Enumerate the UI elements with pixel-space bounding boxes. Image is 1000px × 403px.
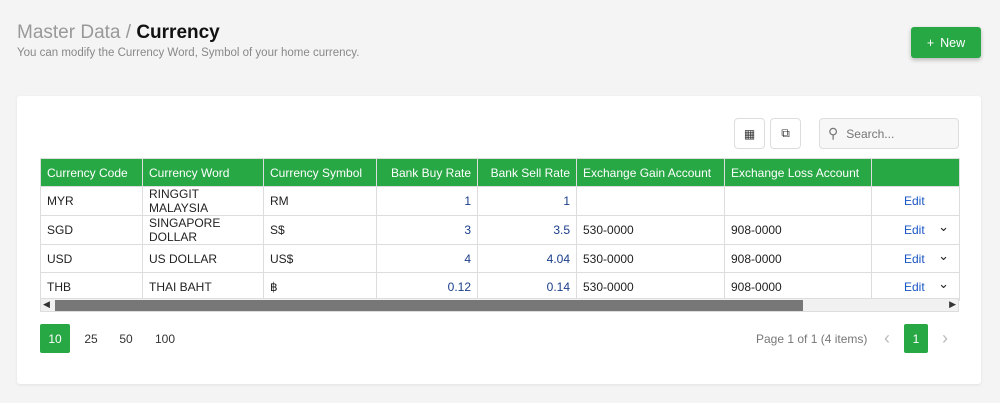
column-chooser-button[interactable]: ⧉	[770, 118, 801, 149]
chevron-down-icon[interactable]: ⌄	[938, 276, 949, 292]
xlsx-icon: ▦	[743, 126, 756, 141]
cell-word: THAI BAHT	[142, 272, 264, 301]
cell-word: SINGAPORE DOLLAR	[142, 215, 264, 245]
breadcrumb-current: Currency	[136, 22, 220, 43]
actions-cell: Edit ⌄	[871, 244, 960, 273]
edit-link[interactable]: Edit	[904, 223, 925, 237]
edit-link[interactable]: Edit	[904, 280, 925, 294]
cell-code: THB	[40, 272, 143, 301]
cell-symbol: ฿	[263, 272, 377, 301]
scroll-right-icon[interactable]: ▶	[949, 299, 956, 310]
cell-loss: 908-0000	[724, 272, 872, 301]
cell-loss: 908-0000	[724, 244, 872, 273]
column-header[interactable]: Currency Code	[40, 158, 143, 187]
column-header[interactable]: Currency Word	[142, 158, 264, 187]
cell-code: MYR	[40, 186, 143, 216]
cell-buy: 3	[376, 215, 478, 245]
column-header[interactable]: Exchange Loss Account	[724, 158, 872, 187]
actions-cell: Edit	[871, 186, 960, 216]
column-header[interactable]	[871, 158, 960, 187]
prev-page-button[interactable]: ‹	[872, 324, 902, 353]
plus-icon: +	[926, 35, 935, 50]
actions-cell: Edit ⌄	[871, 272, 960, 301]
edit-link[interactable]: Edit	[904, 194, 925, 208]
page-size-50[interactable]: 50	[111, 324, 141, 353]
page-size-10[interactable]: 10	[40, 324, 70, 353]
cell-gain	[576, 186, 725, 216]
cell-loss	[724, 186, 872, 216]
column-header[interactable]: Bank Buy Rate	[376, 158, 478, 187]
cell-sell: 0.14	[477, 272, 577, 301]
scroll-left-icon[interactable]: ◀	[43, 299, 50, 310]
search-input[interactable]	[846, 126, 947, 141]
column-header[interactable]: Exchange Gain Account	[576, 158, 725, 187]
cell-symbol: RM	[263, 186, 377, 216]
table-row[interactable]: USD US DOLLAR US$ 4 4.04 530-0000 908-0000 Edit…	[40, 244, 960, 273]
table-row[interactable]: MYR RINGGIT MALAYSIA RM 1 1 Edit	[40, 186, 960, 216]
cell-word: US DOLLAR	[142, 244, 264, 273]
page-info: Page 1 of 1 (4 items)	[756, 331, 868, 346]
cell-loss: 908-0000	[724, 215, 872, 245]
new-button[interactable]: + New	[911, 27, 981, 58]
page-size-100[interactable]: 100	[146, 324, 184, 353]
cell-sell: 1	[477, 186, 577, 216]
column-chooser-icon: ⧉	[781, 126, 790, 140]
search-box[interactable]: ⚲	[819, 118, 959, 149]
edit-link[interactable]: Edit	[904, 252, 925, 266]
chevron-down-icon[interactable]: ⌄	[938, 219, 949, 235]
search-icon: ⚲	[828, 125, 839, 141]
actions-cell: Edit ⌄	[871, 215, 960, 245]
scrollbar-thumb[interactable]	[55, 300, 803, 311]
export-xlsx-button[interactable]: ▦	[734, 118, 765, 149]
cell-code: USD	[40, 244, 143, 273]
cell-gain: 530-0000	[576, 244, 725, 273]
page-size-25[interactable]: 25	[76, 324, 106, 353]
cell-sell: 4.04	[477, 244, 577, 273]
cell-gain: 530-0000	[576, 215, 725, 245]
table-row[interactable]: SGD SINGAPORE DOLLAR S$ 3 3.5 530-0000 908-000…	[40, 215, 960, 245]
cell-code: SGD	[40, 215, 143, 245]
page-subtitle: You can modify the Currency Word, Symbol…	[17, 47, 360, 59]
page-1-button[interactable]: 1	[904, 324, 928, 353]
cell-buy: 4	[376, 244, 478, 273]
cell-buy: 0.12	[376, 272, 478, 301]
cell-buy: 1	[376, 186, 478, 216]
next-page-button[interactable]: ›	[930, 324, 960, 353]
cell-symbol: US$	[263, 244, 377, 273]
cell-gain: 530-0000	[576, 272, 725, 301]
column-header[interactable]: Currency Symbol	[263, 158, 377, 187]
cell-word: RINGGIT MALAYSIA	[142, 186, 264, 216]
column-header[interactable]: Bank Sell Rate	[477, 158, 577, 187]
page-title: Master Data / Currency	[17, 22, 220, 44]
cell-sell: 3.5	[477, 215, 577, 245]
cell-symbol: S$	[263, 215, 377, 245]
chevron-down-icon[interactable]: ⌄	[938, 248, 949, 264]
currency-table: Currency Code Currency Word Currency Symbo…	[40, 158, 960, 301]
breadcrumb-parent: Master Data /	[17, 22, 132, 43]
table-row[interactable]: THB THAI BAHT ฿ 0.12 0.14 530-0000 908-0000 Edi…	[40, 272, 960, 301]
horizontal-scrollbar[interactable]: ◀ ▶	[40, 298, 959, 312]
